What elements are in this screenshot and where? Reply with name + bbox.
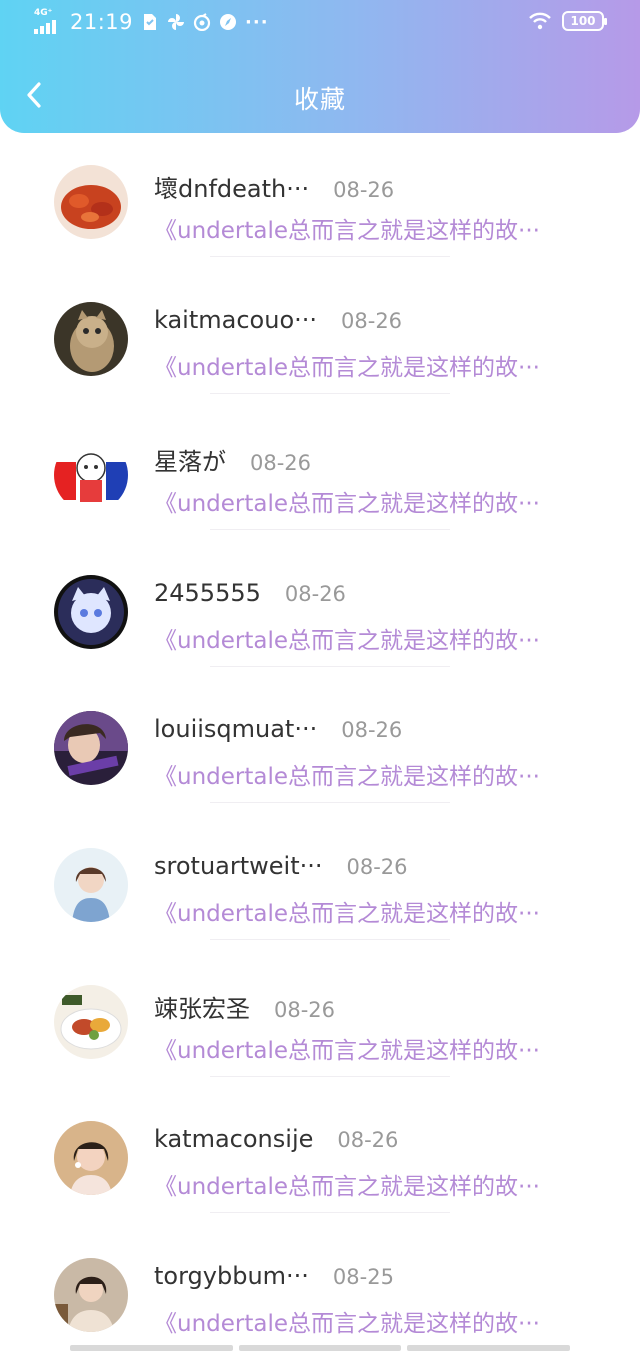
item-date: 08-26 [341, 308, 403, 333]
user-name[interactable]: 星落が [154, 442, 226, 477]
item-date: 08-26 [250, 451, 312, 476]
item-snippet[interactable]: 《undertale总而言之就是这样的故··· [154, 894, 594, 928]
user-name[interactable]: katmaconsije [154, 1125, 313, 1153]
avatar[interactable] [54, 1257, 128, 1332]
signal-icon: 4G⁺ [34, 8, 62, 34]
wifi-icon [528, 12, 552, 30]
user-name[interactable]: 壞dnfdeath··· [154, 169, 309, 204]
item-snippet[interactable]: 《undertale总而言之就是这样的故··· [154, 621, 594, 655]
item-date: 08-26 [284, 581, 346, 606]
user-name[interactable]: 竦张宏圣 [154, 989, 250, 1024]
item-snippet[interactable]: 《undertale总而言之就是这样的故··· [154, 484, 594, 518]
avatar[interactable] [54, 301, 128, 376]
item-date: 08-26 [333, 178, 395, 202]
list-item[interactable]: katmaconsije 08-26 《undertale总而言之就是这样的故··… [0, 1106, 640, 1243]
pinwheel-icon [167, 13, 185, 31]
bottom-edge [70, 1345, 571, 1351]
divider [210, 529, 450, 531]
avatar[interactable] [54, 574, 128, 649]
user-name[interactable]: 2455555 [154, 579, 261, 607]
avatar[interactable] [54, 984, 128, 1059]
list-item[interactable]: louiisqmuat··· 08-26 《undertale总而言之就是这样的故… [0, 696, 640, 833]
header-bar: 4G⁺ 21:19 ··· 100 收藏 [0, 0, 640, 133]
list-item[interactable]: torgybbum··· 08-25 《undertale总而言之就是这样的故··… [0, 1243, 640, 1351]
list-item[interactable]: 竦张宏圣 08-26 《undertale总而言之就是这样的故··· [0, 970, 640, 1107]
page-title: 收藏 [293, 85, 346, 114]
list-item[interactable]: kaitmacouo··· 08-26 《undertale总而言之就是这样的故·… [0, 287, 640, 424]
user-name[interactable]: srotuartweit··· [154, 852, 323, 880]
status-right: 100 [528, 11, 607, 31]
battery-icon: 100 [562, 11, 607, 31]
list-item[interactable]: 星落が 08-26 《undertale总而言之就是这样的故··· [0, 423, 640, 560]
avatar[interactable] [54, 847, 128, 922]
divider [210, 802, 450, 804]
sim-card-icon [141, 13, 159, 31]
status-time: 21:19 [70, 10, 134, 34]
item-date: 08-25 [332, 1264, 394, 1289]
item-snippet[interactable]: 《undertale总而言之就是这样的故··· [154, 1167, 594, 1201]
avatar[interactable] [54, 438, 128, 513]
more-notifications: ··· [245, 11, 269, 33]
user-name[interactable]: torgybbum··· [154, 1262, 309, 1290]
divider [210, 1075, 450, 1077]
list-item[interactable]: 壞dnfdeath··· 08-26 《undertale总而言之就是这样的故··… [0, 150, 640, 287]
item-snippet[interactable]: 《undertale总而言之就是这样的故··· [154, 1031, 594, 1065]
item-date: 08-26 [274, 997, 336, 1022]
avatar[interactable] [54, 711, 128, 786]
item-snippet[interactable]: 《undertale总而言之就是这样的故··· [154, 211, 594, 245]
list-item[interactable]: 2455555 08-26 《undertale总而言之就是这样的故··· [0, 560, 640, 697]
divider [210, 665, 450, 667]
divider [210, 392, 450, 394]
user-name[interactable]: louiisqmuat··· [154, 715, 317, 743]
status-left: 4G⁺ 21:19 ··· [34, 8, 269, 34]
user-name[interactable]: kaitmacouo··· [154, 306, 317, 334]
compass-icon [219, 13, 237, 31]
item-date: 08-26 [337, 1128, 399, 1153]
status-bar: 4G⁺ 21:19 ··· 100 [0, 0, 640, 50]
item-date: 08-26 [346, 854, 408, 879]
network-type: 4G⁺ [34, 8, 53, 18]
item-snippet[interactable]: 《undertale总而言之就是这样的故··· [154, 1304, 594, 1338]
item-snippet[interactable]: 《undertale总而言之就是这样的故··· [154, 757, 594, 791]
item-date: 08-26 [341, 718, 403, 743]
avatar[interactable] [54, 1121, 128, 1196]
netease-music-icon [193, 13, 211, 31]
divider [210, 256, 450, 257]
divider [210, 938, 450, 940]
item-snippet[interactable]: 《undertale总而言之就是这样的故··· [154, 348, 594, 382]
favorites-list: 壞dnfdeath··· 08-26 《undertale总而言之就是这样的故··… [0, 150, 640, 1351]
avatar[interactable] [54, 165, 128, 239]
divider [210, 1212, 450, 1214]
list-item[interactable]: srotuartweit··· 08-26 《undertale总而言之就是这样的… [0, 833, 640, 970]
